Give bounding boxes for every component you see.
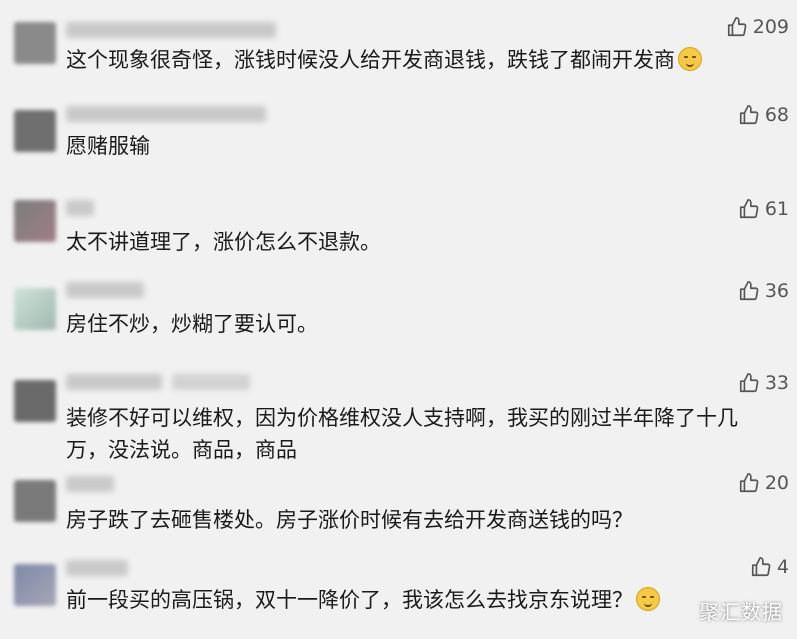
- comment-text: 这个现象很奇怪，涨钱时候没人给开发商退钱，跌钱了都闹开发商: [66, 48, 675, 72]
- thumbs-up-icon: [739, 199, 759, 219]
- comment-text: 前一段买的高压锅，双十一降价了，我该怎么去找京东说理？: [66, 588, 633, 612]
- avatar[interactable]: [14, 22, 56, 64]
- thumbs-up-icon: [739, 473, 759, 493]
- smile-emoji-icon: [636, 587, 660, 611]
- like-count: 68: [764, 104, 789, 126]
- comment-text: 房子跌了去砸售楼处。房子涨价时候有去给开发商送钱的吗？: [66, 508, 633, 532]
- avatar[interactable]: [14, 110, 56, 152]
- like-count: 61: [764, 198, 789, 220]
- avatar[interactable]: [14, 480, 56, 522]
- username-extra: [172, 374, 250, 390]
- avatar[interactable]: [14, 200, 56, 242]
- thumbs-up-icon: [739, 373, 759, 393]
- username[interactable]: [66, 106, 266, 122]
- watermark: 聚汇数据: [699, 600, 783, 624]
- like-button[interactable]: 68: [738, 104, 789, 126]
- like-count: 36: [764, 280, 789, 302]
- username[interactable]: [66, 200, 94, 216]
- username[interactable]: [66, 22, 276, 38]
- username[interactable]: [66, 374, 162, 390]
- thumbs-up-icon: [739, 281, 759, 301]
- comment-list: 209 这个现象很奇怪，涨钱时候没人给开发商退钱，跌钱了都闹开发商 68 愿赌服…: [0, 0, 797, 639]
- username[interactable]: [66, 282, 144, 298]
- like-count: 209: [752, 16, 789, 38]
- comment-text: 房住不炒，炒糊了要认可。: [66, 312, 318, 336]
- thumbs-up-icon: [751, 557, 771, 577]
- username[interactable]: [66, 560, 128, 576]
- thumbs-up-icon: [739, 105, 759, 125]
- avatar[interactable]: [14, 288, 56, 330]
- comment-text: 装修不好可以维权，因为价格维权没人支持啊，我买的刚过半年降了十几万，没法说。商品…: [66, 406, 738, 462]
- like-button[interactable]: 36: [738, 280, 789, 302]
- like-button[interactable]: 4: [750, 556, 789, 578]
- thumbs-up-icon: [727, 17, 747, 37]
- username[interactable]: [66, 476, 114, 492]
- like-button[interactable]: 20: [738, 472, 789, 494]
- avatar[interactable]: [14, 564, 56, 606]
- like-button[interactable]: 209: [726, 16, 789, 38]
- like-count: 33: [764, 372, 789, 394]
- comment-text: 太不讲道理了，涨价怎么不退款。: [66, 230, 381, 254]
- like-button[interactable]: 61: [738, 198, 789, 220]
- smile-emoji-icon: [678, 47, 702, 71]
- comment-text: 愿赌服输: [66, 134, 150, 158]
- like-button[interactable]: 33: [738, 372, 789, 394]
- like-count: 20: [764, 472, 789, 494]
- avatar[interactable]: [14, 380, 56, 422]
- like-count: 4: [776, 556, 789, 578]
